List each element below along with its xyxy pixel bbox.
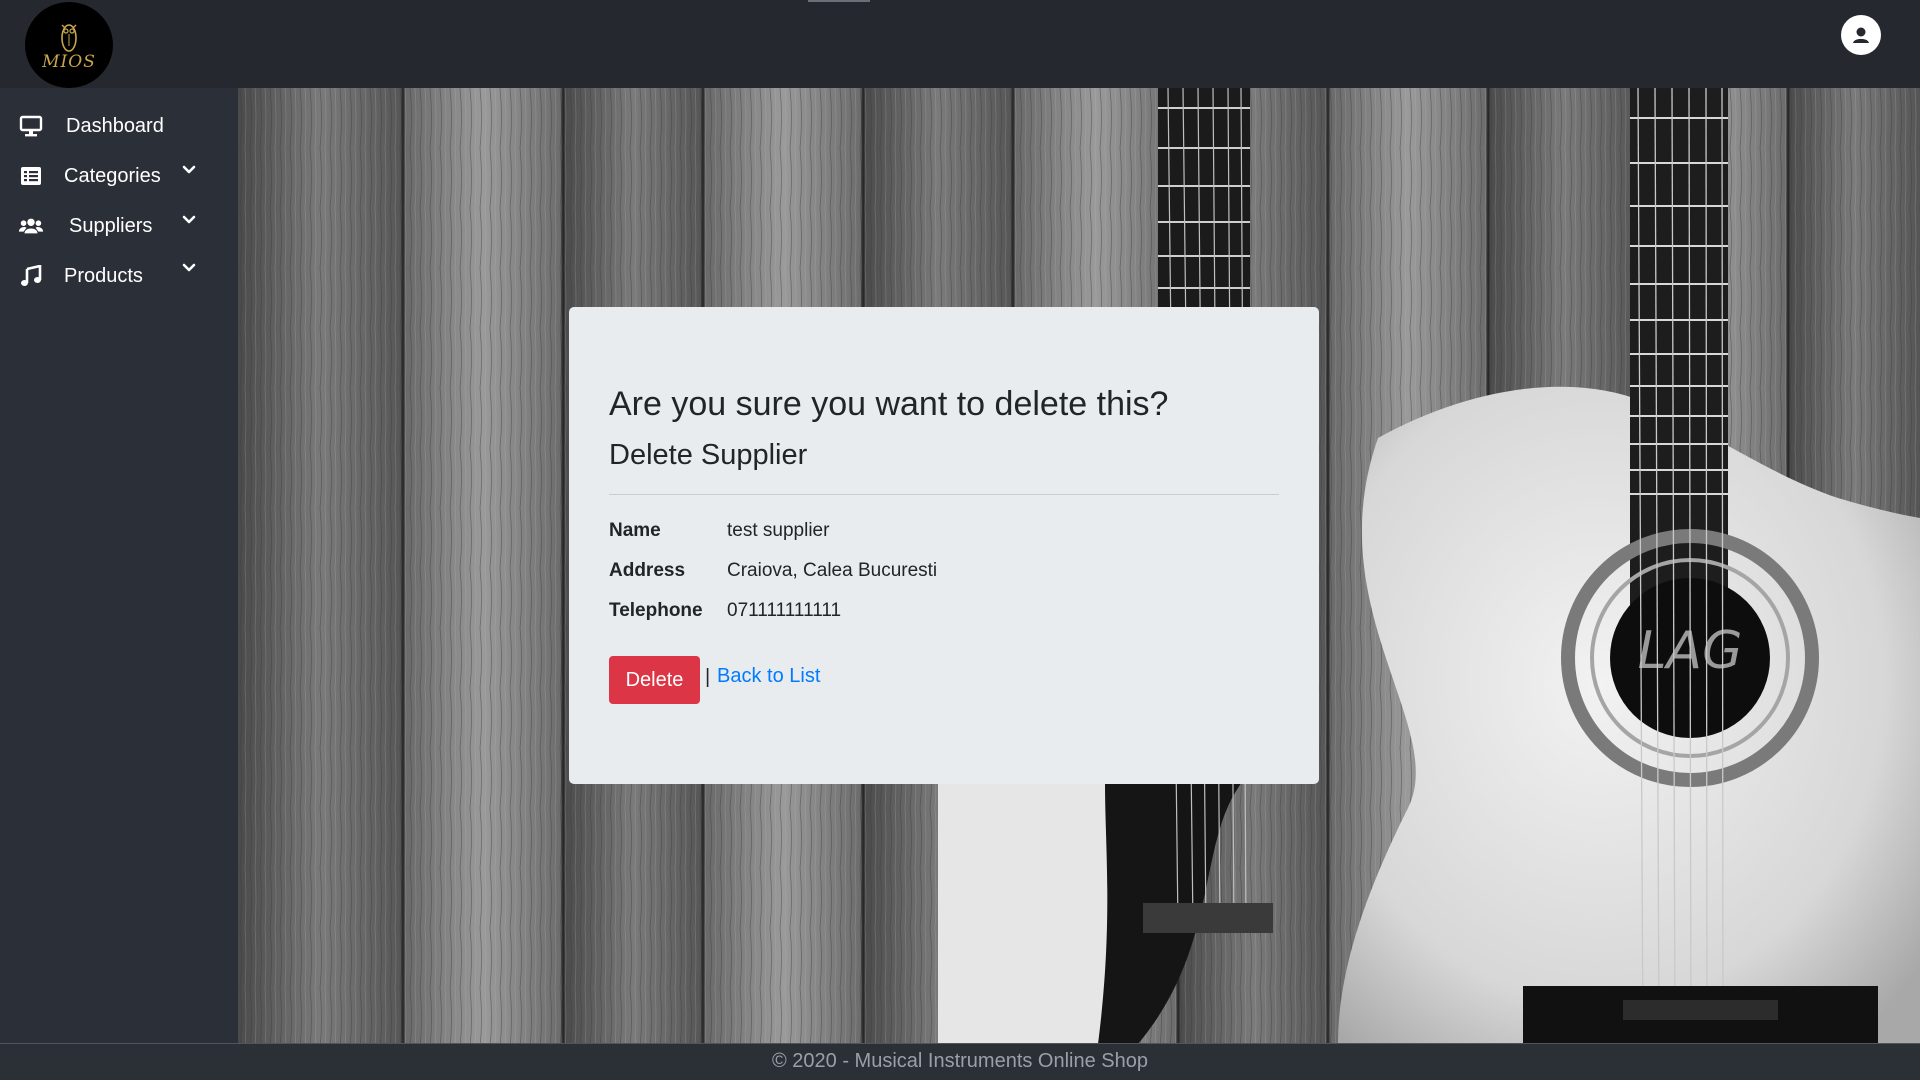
detail-value: 071111111111 [727, 600, 842, 621]
detail-value: test supplier [727, 520, 830, 541]
monitor-icon [18, 113, 44, 139]
delete-button[interactable]: Delete [609, 656, 700, 704]
sidebar-item-label: Suppliers [69, 214, 153, 237]
chevron-down-icon[interactable] [180, 211, 198, 229]
section-subtitle: Delete Supplier [609, 439, 808, 471]
logo-text: MIOS [42, 52, 96, 72]
link-separator: | [705, 666, 711, 688]
user-menu-button[interactable] [1841, 15, 1881, 55]
brand-logo[interactable]: MIOS [25, 2, 113, 88]
top-navbar: MIOS [0, 0, 1920, 88]
detail-label: Telephone [609, 600, 703, 621]
sidebar-item-dashboard[interactable]: Dashboard [0, 104, 238, 148]
top-divider [808, 0, 870, 2]
chevron-down-icon[interactable] [180, 259, 198, 277]
footer: © 2020 - Musical Instruments Online Shop [0, 1043, 1920, 1080]
users-icon [18, 213, 44, 239]
main-content: LAG LAG [238, 88, 1920, 1044]
delete-confirmation-card: Are you sure you want to delete this? De… [569, 307, 1319, 784]
divider [609, 494, 1279, 495]
page-title: Are you sure you want to delete this? [609, 385, 1169, 423]
list-icon [18, 163, 44, 189]
chevron-down-icon[interactable] [180, 161, 198, 179]
detail-label: Address [609, 560, 686, 581]
sidebar-item-suppliers[interactable]: Suppliers [0, 204, 238, 248]
sidebar-item-label: Categories [64, 164, 161, 187]
sidebar-item-label: Dashboard [66, 114, 164, 137]
detail-label: Name [609, 520, 661, 541]
owl-icon [61, 24, 77, 52]
sidebar-item-products[interactable]: Products [0, 254, 238, 298]
sidebar-item-label: Products [64, 264, 143, 287]
back-to-list-link[interactable]: Back to List [717, 665, 820, 688]
detail-value: Craiova, Calea Bucuresti [727, 560, 938, 581]
sidebar-item-categories[interactable]: Categories [0, 154, 238, 198]
user-circle-icon [1853, 27, 1869, 43]
sidebar: Dashboard Categories Suppliers Products [0, 88, 238, 1044]
footer-copyright: © 2020 - Musical Instruments Online Shop [771, 1050, 1149, 1072]
music-note-icon [18, 263, 44, 289]
